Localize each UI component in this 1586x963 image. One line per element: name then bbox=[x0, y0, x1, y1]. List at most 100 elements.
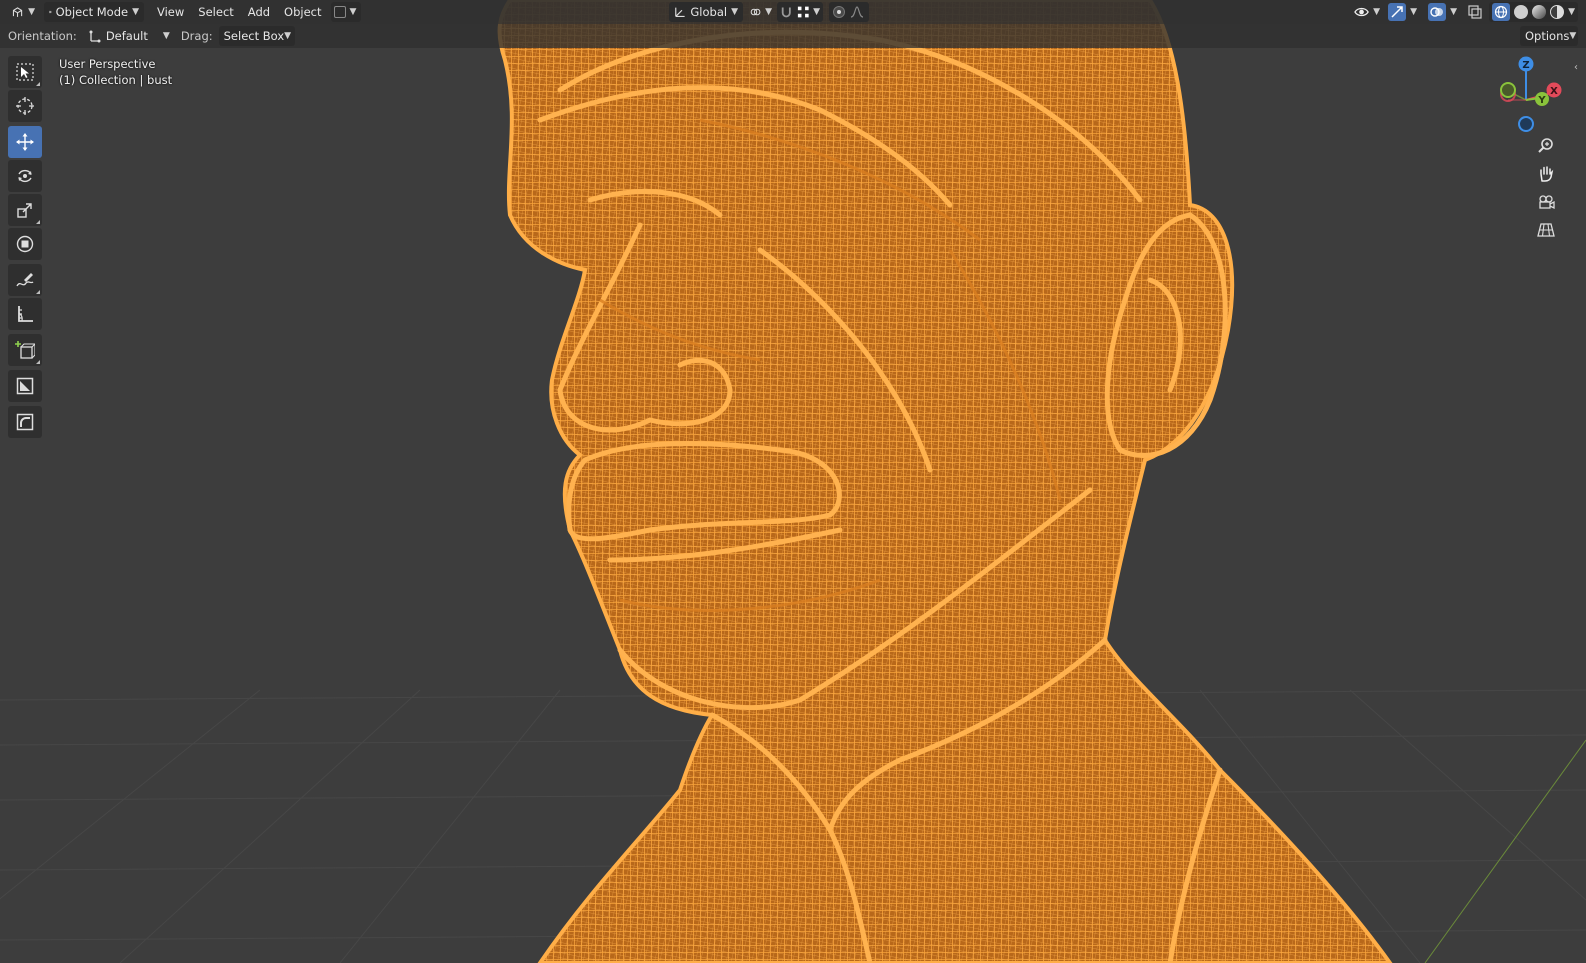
tool-variants-indicator bbox=[36, 360, 40, 364]
editor-type-menu[interactable]: ▼ bbox=[6, 2, 40, 22]
chevron-down-icon: ▼ bbox=[1373, 7, 1381, 17]
sidebar-toggle[interactable]: ‹ bbox=[1574, 62, 1584, 78]
viewport-scene[interactable] bbox=[0, 0, 1586, 963]
overlays-toggle[interactable]: ▼ bbox=[1425, 2, 1463, 22]
pan-hand-icon bbox=[1540, 166, 1554, 182]
xray-toggle[interactable] bbox=[1465, 2, 1487, 22]
pivot-point-dropdown[interactable]: ▼ bbox=[747, 2, 775, 22]
neg-y-axis-icon[interactable] bbox=[1500, 82, 1516, 98]
transform-orientation-dropdown[interactable]: Global ▼ bbox=[669, 2, 743, 22]
chevron-down-icon: ▼ bbox=[765, 7, 772, 17]
tool-variants-indicator bbox=[36, 290, 40, 294]
pivot-link-icon bbox=[750, 8, 761, 16]
x-axis-label: X bbox=[1550, 86, 1558, 97]
camera-view-button[interactable] bbox=[1532, 190, 1560, 214]
options-dropdown[interactable]: Options ▼ bbox=[1520, 26, 1578, 46]
curve-frame-icon bbox=[16, 413, 34, 431]
y-axis-line bbox=[1424, 739, 1586, 963]
tool-variants-indicator bbox=[36, 82, 40, 86]
move-icon bbox=[16, 133, 34, 151]
proportional-dot-icon bbox=[833, 6, 845, 18]
chevron-left-icon: ‹ bbox=[1574, 62, 1578, 73]
orientation-axes-icon bbox=[675, 7, 685, 18]
3d-viewport[interactable]: User Perspective (1) Collection | bust bbox=[0, 0, 1586, 963]
chevron-down-icon[interactable]: ▼ bbox=[1568, 7, 1575, 17]
snap-toggle[interactable]: ▼ bbox=[777, 2, 823, 22]
chevron-down-icon: ▼ bbox=[28, 7, 35, 17]
ortho-toggle-button[interactable] bbox=[1532, 218, 1560, 242]
add-cube-tool[interactable] bbox=[8, 334, 42, 366]
orientation-axes-icon bbox=[89, 30, 101, 43]
menu-view[interactable]: View bbox=[152, 2, 189, 22]
camera-view-icon bbox=[1539, 195, 1555, 210]
cursor-icon bbox=[16, 97, 34, 115]
chevron-down-icon: ▼ bbox=[1569, 31, 1577, 41]
navigation-gizmo[interactable]: Z Y X bbox=[1486, 54, 1566, 136]
snap-grid-icon bbox=[797, 6, 809, 18]
object-mode-icon bbox=[49, 10, 52, 14]
tool-variants-indicator bbox=[36, 220, 40, 224]
proportional-edit-toggle[interactable] bbox=[829, 2, 869, 22]
pan-button[interactable] bbox=[1532, 162, 1560, 186]
eye-visibility-icon bbox=[1354, 7, 1369, 17]
perspective-label: User Perspective bbox=[59, 57, 156, 71]
orientation-label: Orientation: bbox=[8, 29, 77, 43]
shading-mode-group: ▼ bbox=[1489, 2, 1578, 22]
add-cube-icon bbox=[15, 341, 35, 359]
z-axis-label: Z bbox=[1522, 60, 1529, 71]
chevron-down-icon: ▼ bbox=[1410, 7, 1417, 17]
material-preview-icon[interactable] bbox=[1532, 5, 1547, 19]
tool-shelf bbox=[8, 56, 44, 440]
neg-z-axis-icon[interactable] bbox=[1518, 116, 1534, 132]
menu-select[interactable]: Select bbox=[193, 2, 238, 22]
orientation-value: Default bbox=[105, 29, 148, 43]
chevron-down-icon: ▼ bbox=[162, 31, 170, 41]
xray-icon bbox=[1468, 5, 1482, 19]
extra-tool-2[interactable] bbox=[8, 406, 42, 438]
drag-dropdown[interactable]: Select Box ▼ bbox=[218, 26, 295, 46]
bust-mesh[interactable] bbox=[497, 0, 1393, 963]
extra-tool-1[interactable] bbox=[8, 370, 42, 402]
viewport-3d-icon bbox=[12, 7, 23, 17]
solid-shading-icon[interactable] bbox=[1514, 5, 1529, 19]
gizmo-toggle[interactable]: ▼ bbox=[1385, 2, 1423, 22]
gizmo-arrow-icon bbox=[1388, 3, 1407, 21]
falloff-curve-icon bbox=[850, 6, 864, 18]
orientation-dropdown[interactable]: Default ▼ bbox=[83, 26, 175, 46]
viewport-info-overlay: User Perspective (1) Collection | bust bbox=[59, 56, 172, 88]
transform-tool[interactable] bbox=[8, 228, 42, 260]
mode-label: Object Mode bbox=[55, 5, 129, 19]
tool-settings-header: Orientation: Default ▼ Drag: Select Box … bbox=[0, 24, 1586, 48]
select-box-icon bbox=[16, 63, 34, 81]
measure-tool[interactable] bbox=[8, 298, 42, 330]
zoom-button[interactable] bbox=[1532, 134, 1560, 158]
chevron-down-icon: ▼ bbox=[1450, 7, 1457, 17]
transform-orientation-label: Global bbox=[690, 5, 728, 19]
move-tool[interactable] bbox=[8, 126, 42, 158]
scale-icon bbox=[17, 203, 32, 218]
drag-label: Drag: bbox=[180, 29, 213, 43]
object-gizmo-dropdown[interactable]: ▼ bbox=[330, 2, 361, 22]
menu-object[interactable]: Object bbox=[279, 2, 326, 22]
rendered-shading-icon[interactable] bbox=[1550, 5, 1565, 19]
cursor-tool[interactable] bbox=[8, 90, 42, 122]
annotate-icon bbox=[16, 273, 34, 287]
chevron-down-icon: ▼ bbox=[813, 7, 820, 17]
select-box-tool[interactable] bbox=[8, 56, 42, 88]
rotate-tool[interactable] bbox=[8, 160, 42, 192]
y-axis-label: Y bbox=[1537, 95, 1546, 106]
mode-dropdown[interactable]: Object Mode ▼ bbox=[44, 2, 144, 22]
ortho-grid-icon bbox=[1537, 223, 1555, 237]
scale-tool[interactable] bbox=[8, 194, 42, 226]
viewport-header: ▼ Object Mode ▼ View Select Add Object ▼… bbox=[0, 0, 1586, 24]
transform-icon bbox=[16, 235, 34, 253]
annotate-tool[interactable] bbox=[8, 264, 42, 296]
menu-add[interactable]: Add bbox=[243, 2, 275, 22]
magnet-icon bbox=[781, 7, 791, 18]
square-frame-icon bbox=[16, 377, 34, 395]
visibility-dropdown[interactable]: ▼ bbox=[1351, 2, 1383, 22]
chevron-down-icon: ▼ bbox=[731, 7, 738, 17]
wireframe-shading-icon[interactable] bbox=[1492, 3, 1511, 21]
options-label: Options bbox=[1525, 29, 1570, 43]
snap-target-icon bbox=[333, 6, 346, 18]
